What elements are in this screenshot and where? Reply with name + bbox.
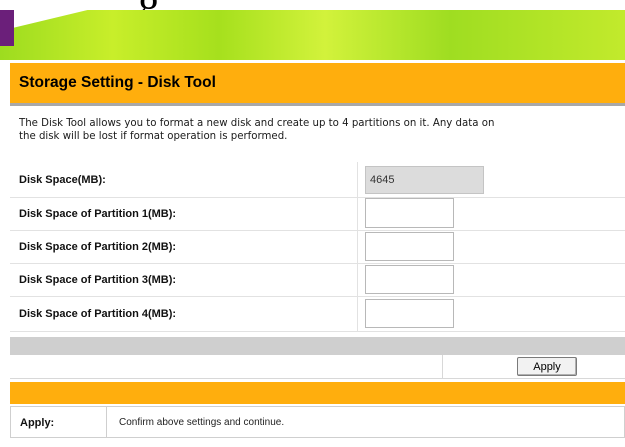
help-label: Apply: [20,417,55,429]
page-title: Storage Setting - Disk Tool [19,74,216,91]
disk-space-row: Disk Space(MB): [10,162,625,198]
partition-3-row: Disk Space of Partition 3(MB): [10,264,625,297]
description-line-1: The Disk Tool allows you to format a new… [19,118,495,129]
disk-space-label: Disk Space(MB): [19,174,106,186]
apply-button[interactable]: Apply [517,357,577,376]
help-row: Apply: Confirm above settings and contin… [10,406,625,438]
partition-4-input[interactable] [365,299,454,328]
page-title-bar: Storage Setting - Disk Tool [10,63,625,106]
partition-3-input[interactable] [365,265,454,294]
partition-4-row: Disk Space of Partition 4(MB): [10,297,625,332]
partition-1-input[interactable] [365,198,454,228]
help-text: Confirm above settings and continue. [119,417,285,428]
button-row: Apply [10,355,625,379]
partition-4-label: Disk Space of Partition 4(MB): [19,308,177,320]
description: The Disk Tool allows you to format a new… [19,117,625,143]
partition-2-row: Disk Space of Partition 2(MB): [10,231,625,264]
partition-1-label: Disk Space of Partition 1(MB): [19,208,177,220]
top-banner [0,10,625,60]
disk-space-field [365,166,484,194]
partition-2-input[interactable] [365,232,454,261]
section-divider [10,337,625,355]
banner-accent [0,10,14,46]
help-header-bar [10,382,625,404]
partition-2-label: Disk Space of Partition 2(MB): [19,241,177,253]
partition-1-row: Disk Space of Partition 1(MB): [10,198,625,231]
description-line-2: the disk will be lost if format operatio… [19,131,288,142]
partition-3-label: Disk Space of Partition 3(MB): [19,274,177,286]
